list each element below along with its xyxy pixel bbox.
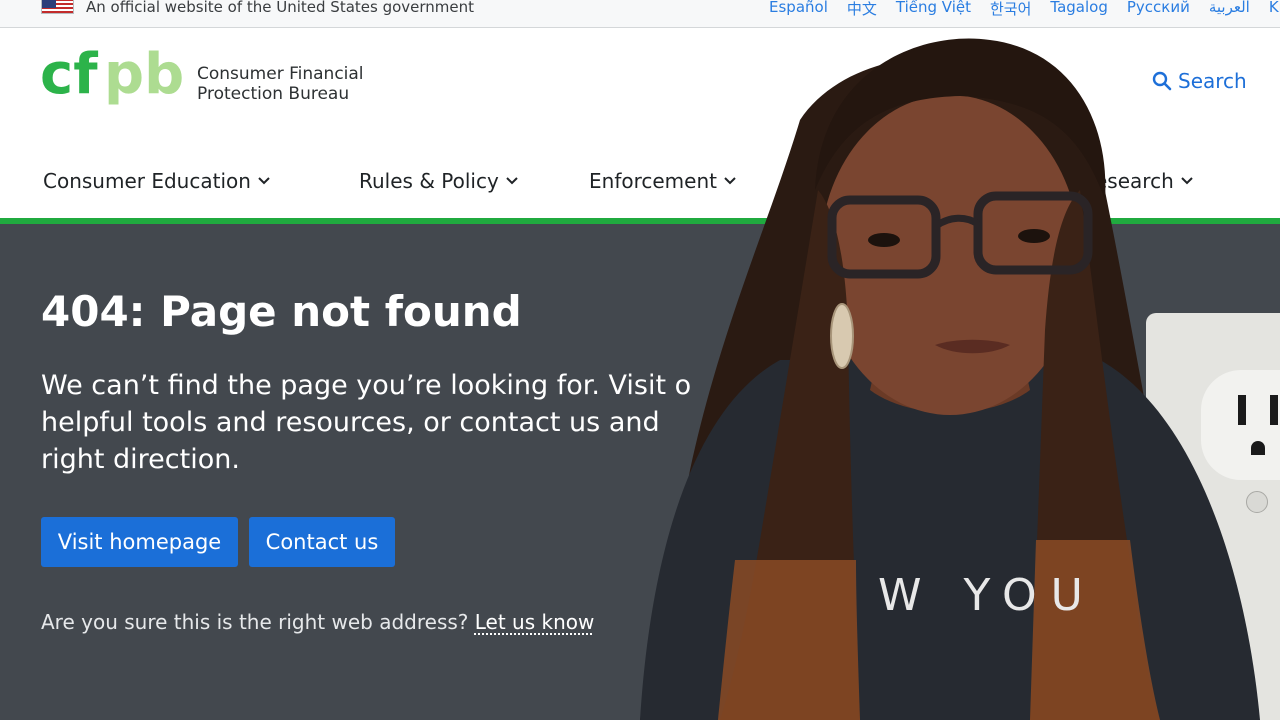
gov-banner-text: An official website of the United States… bbox=[86, 0, 475, 16]
chevron-down-icon bbox=[506, 177, 518, 185]
visit-homepage-button[interactable]: Visit homepage bbox=[41, 517, 238, 567]
locs-left-tips bbox=[718, 560, 860, 720]
shirt-print: W YOU bbox=[878, 570, 1097, 621]
face bbox=[820, 95, 1080, 415]
nav-item-rules-policy[interactable]: Rules & Policy bbox=[359, 169, 519, 193]
logo-pb: pb bbox=[104, 42, 182, 107]
person-photo: W YOU bbox=[640, 38, 1260, 720]
contact-us-button[interactable]: Contact us bbox=[249, 517, 395, 567]
left-eye bbox=[868, 233, 900, 247]
logo-cf: cf bbox=[40, 42, 98, 107]
agency-name: Consumer Financial Protection Bureau bbox=[197, 64, 364, 104]
nav-item-label: Consumer Education bbox=[43, 169, 251, 193]
us-flag-icon bbox=[41, 0, 74, 14]
chevron-down-icon bbox=[258, 177, 270, 185]
nav-item-label: Rules & Policy bbox=[359, 169, 499, 193]
agency-name-line2: Protection Bureau bbox=[197, 84, 350, 104]
cfpb-logo[interactable]: cf pb bbox=[40, 41, 182, 121]
nav-item-consumer-education[interactable]: Consumer Education bbox=[43, 169, 271, 193]
page-title: 404: Page not found bbox=[41, 287, 522, 336]
agency-name-line1: Consumer Financial bbox=[197, 64, 364, 84]
address-check-note: Are you sure this is the right web addre… bbox=[41, 610, 594, 634]
right-eye bbox=[1018, 229, 1050, 243]
earring bbox=[830, 303, 854, 369]
address-check-text: Are you sure this is the right web addre… bbox=[41, 610, 469, 634]
